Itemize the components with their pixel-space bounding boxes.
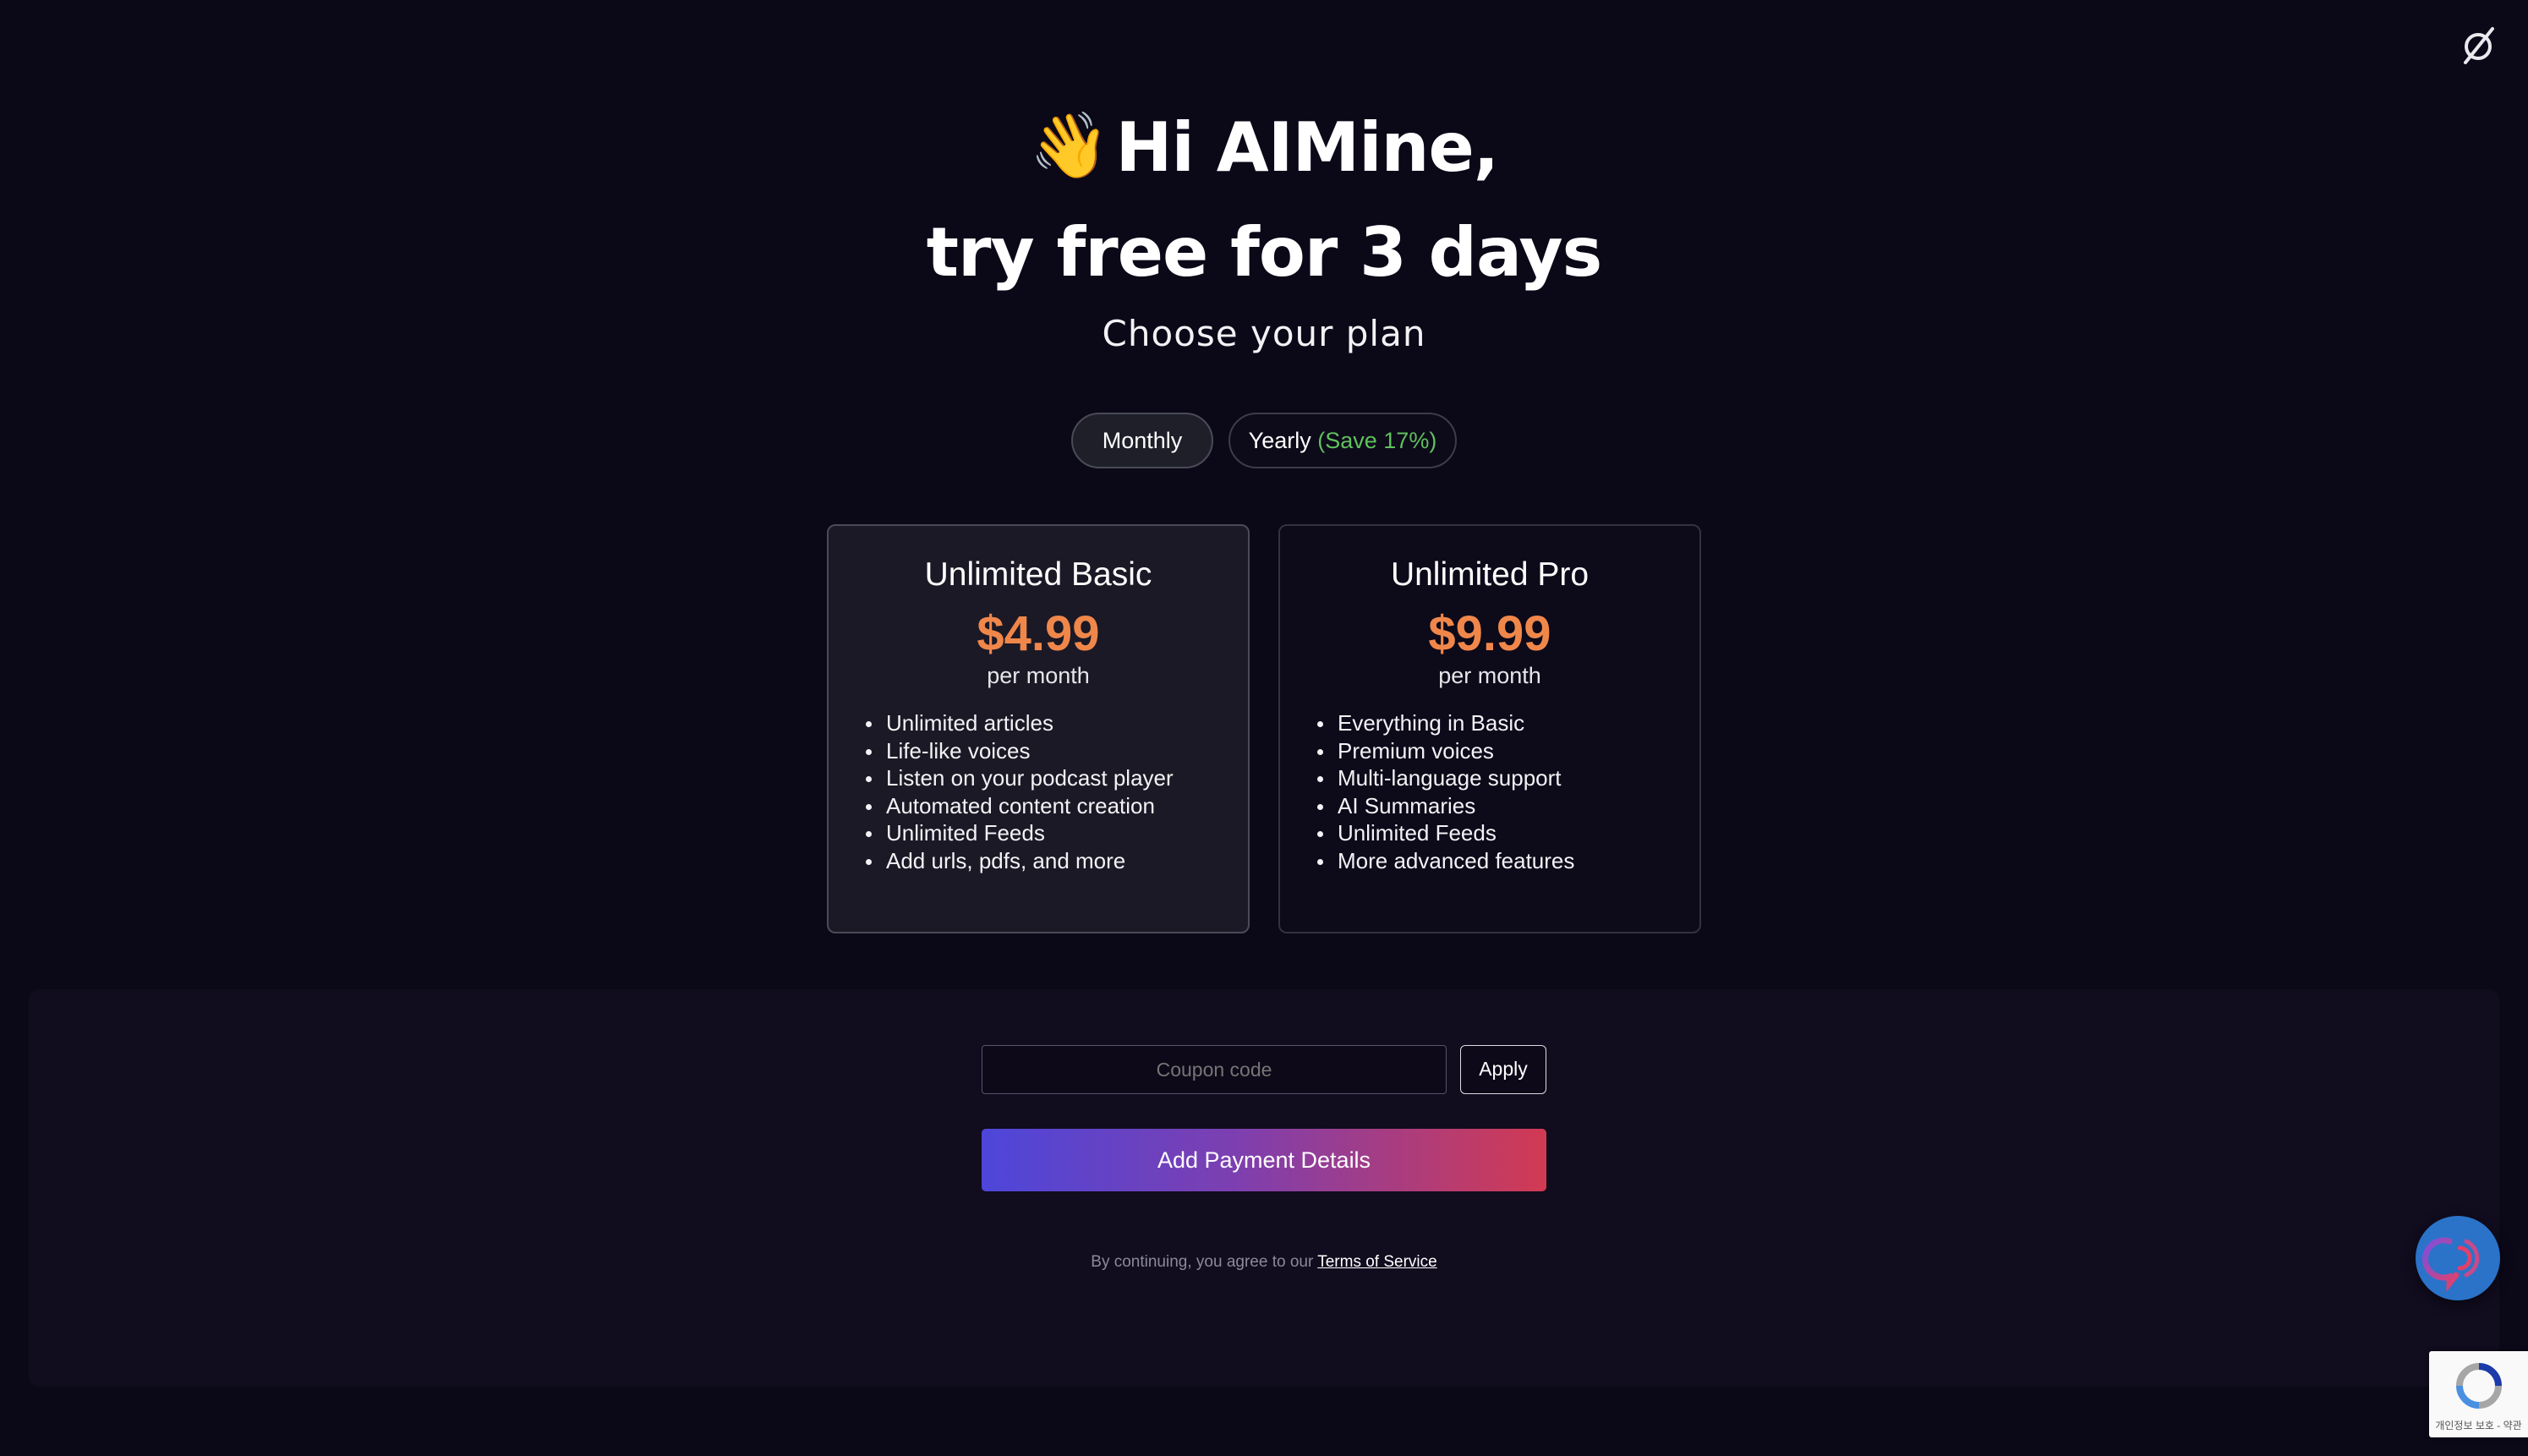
recaptcha-privacy-terms[interactable]: 개인정보 보호 - 약관: [2429, 1418, 2528, 1432]
plan-name: Unlimited Pro: [1390, 556, 1590, 593]
yearly-label: Yearly: [1248, 428, 1311, 453]
feature-item: Unlimited Feeds: [866, 819, 1248, 847]
monthly-toggle-button[interactable]: Monthly: [1071, 413, 1213, 468]
plan-card-basic[interactable]: Unlimited Basic $4.99 per month Unlimite…: [827, 524, 1250, 933]
checkout-panel: Apply Add Payment Details By continuing,…: [29, 989, 2499, 1387]
terms-of-service-link[interactable]: Terms of Service: [1317, 1253, 1436, 1271]
billing-period-toggle: Monthly Yearly (Save 17%): [0, 413, 2528, 468]
greeting-text: Hi AIMine,: [1115, 108, 1500, 187]
yearly-toggle-button[interactable]: Yearly (Save 17%): [1228, 413, 1457, 468]
recaptcha-icon: [2456, 1363, 2502, 1409]
feature-item: More advanced features: [1317, 847, 1699, 875]
audio-chat-button[interactable]: [2416, 1216, 2500, 1300]
feature-list: Unlimited articles Life-like voices List…: [829, 709, 1248, 874]
waving-hand-icon: 👋: [1029, 107, 1110, 183]
feature-list: Everything in Basic Premium voices Multi…: [1280, 709, 1699, 874]
plan-period: per month: [987, 663, 1090, 688]
feature-item: AI Summaries: [1317, 792, 1699, 820]
pricing-page: 👋 Hi AIMine, try free for 3 days Choose y…: [0, 0, 2528, 1456]
plan-price: $4.99: [977, 606, 1100, 661]
feature-item: Listen on your podcast player: [866, 764, 1248, 792]
feature-item: Life-like voices: [866, 737, 1248, 765]
plan-name: Unlimited Basic: [924, 556, 1152, 593]
headline: try free for 3 days: [926, 213, 1602, 292]
feature-item: Multi-language support: [1317, 764, 1699, 792]
plan-period: per month: [1438, 663, 1541, 688]
feature-item: Premium voices: [1317, 737, 1699, 765]
feature-item: Add urls, pdfs, and more: [866, 847, 1248, 875]
feature-item: Unlimited articles: [866, 709, 1248, 737]
empty-set-logo-icon[interactable]: [2457, 22, 2503, 68]
terms-notice: By continuing, you agree to our Terms of…: [29, 1253, 2499, 1272]
plan-card-pro[interactable]: Unlimited Pro $9.99 per month Everything…: [1278, 524, 1701, 933]
plan-cards: Unlimited Basic $4.99 per month Unlimite…: [827, 524, 1701, 933]
yearly-savings-badge: (Save 17%): [1317, 428, 1437, 453]
recaptcha-badge[interactable]: 개인정보 보호 - 약관: [2429, 1351, 2528, 1437]
coupon-code-input[interactable]: [982, 1045, 1447, 1094]
audio-chat-icon: [2421, 1237, 2480, 1292]
greeting-line: 👋 Hi AIMine,: [0, 93, 2528, 200]
add-payment-details-button[interactable]: Add Payment Details: [982, 1129, 1546, 1191]
plan-price: $9.99: [1428, 606, 1551, 661]
apply-coupon-button[interactable]: Apply: [1460, 1045, 1546, 1094]
feature-item: Everything in Basic: [1317, 709, 1699, 737]
feature-item: Automated content creation: [866, 792, 1248, 820]
page-subtitle: Choose your plan: [1102, 313, 1426, 354]
terms-prefix: By continuing, you agree to our: [1091, 1253, 1314, 1271]
feature-item: Unlimited Feeds: [1317, 819, 1699, 847]
hero-heading: 👋 Hi AIMine, try free for 3 days: [0, 93, 2528, 305]
